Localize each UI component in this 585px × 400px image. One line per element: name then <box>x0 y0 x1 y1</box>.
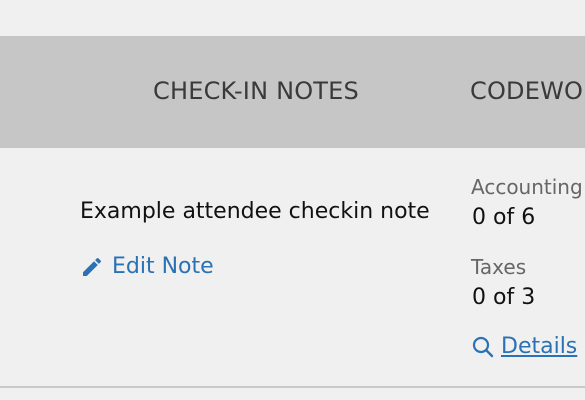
row-divider <box>0 386 585 388</box>
accounting-label: Accounting <box>471 175 583 199</box>
details-label: Details <box>501 334 578 359</box>
column-header-codewords[interactable]: CODEWO <box>470 77 583 105</box>
details-link[interactable]: Details <box>471 334 577 359</box>
taxes-value: 0 of 3 <box>472 285 536 310</box>
pencil-icon <box>83 257 102 276</box>
column-header-checkin-notes[interactable]: CHECK-IN NOTES <box>153 77 359 105</box>
edit-note-link[interactable]: Edit Note <box>80 254 214 279</box>
accounting-value: 0 of 6 <box>472 205 536 230</box>
taxes-label: Taxes <box>471 255 527 279</box>
search-icon <box>472 336 494 357</box>
top-spacer <box>0 0 585 36</box>
edit-note-label: Edit Note <box>112 254 214 279</box>
checkin-note-text: Example attendee checkin note <box>80 199 430 224</box>
